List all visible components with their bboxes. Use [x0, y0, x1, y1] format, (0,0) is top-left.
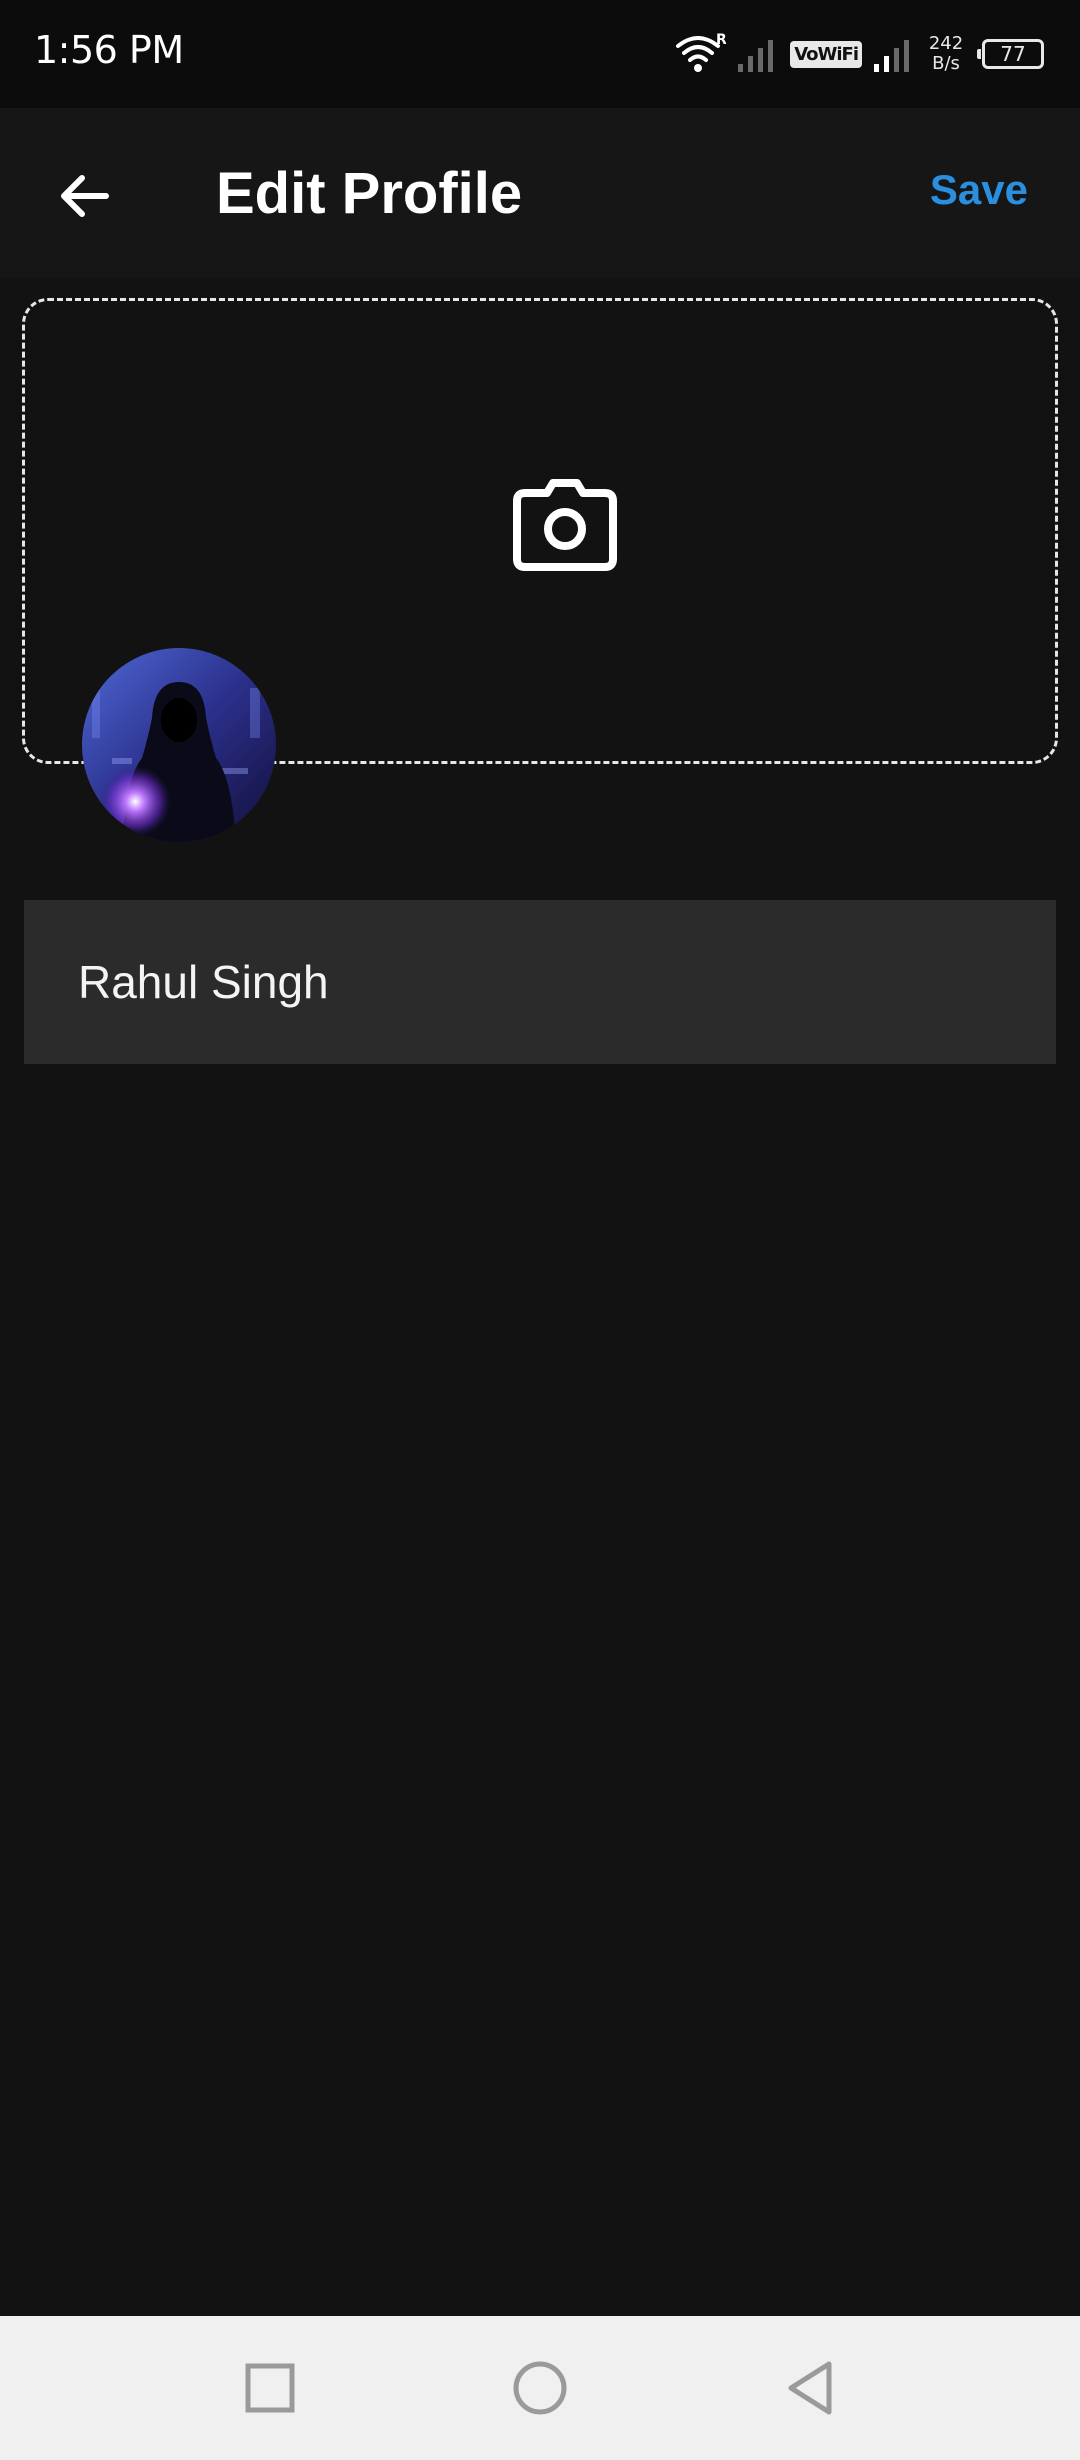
avatar-image — [82, 648, 276, 842]
save-button[interactable]: Save — [930, 166, 1028, 214]
back-triangle-icon — [788, 2361, 832, 2415]
app-bar: Edit Profile Save — [0, 108, 1080, 278]
recents-button[interactable] — [238, 2356, 302, 2420]
signal-icon — [872, 34, 916, 74]
name-field[interactable]: Rahul Singh — [24, 900, 1056, 1064]
roaming-indicator: R — [716, 32, 726, 48]
recents-square-icon — [245, 2363, 295, 2413]
back-button[interactable] — [44, 156, 124, 236]
home-circle-icon — [513, 2361, 567, 2415]
edit-profile-screen: 1:56 PM R VoWiFi 242 B/s 77 Edit Profile… — [0, 0, 1080, 2460]
status-time: 1:56 PM — [34, 28, 184, 72]
net-speed-value: 242 — [928, 33, 964, 54]
net-speed-unit: B/s — [932, 53, 960, 74]
status-bar: 1:56 PM R VoWiFi 242 B/s 77 — [0, 0, 1080, 108]
arrow-left-icon — [61, 175, 109, 217]
status-icons: R VoWiFi 242 B/s 77 — [674, 24, 1044, 84]
back-nav-button[interactable] — [778, 2356, 842, 2420]
avatar[interactable] — [82, 648, 276, 842]
battery-icon: 77 — [977, 39, 1044, 69]
signal-icon — [736, 34, 780, 74]
wifi-icon: R — [674, 32, 726, 76]
battery-level: 77 — [1000, 42, 1026, 66]
net-speed-indicator: 242 B/s — [926, 34, 966, 74]
camera-icon — [513, 479, 617, 571]
system-nav-bar — [0, 2316, 1080, 2460]
page-title: Edit Profile — [216, 161, 523, 226]
home-button[interactable] — [508, 2356, 572, 2420]
name-value: Rahul Singh — [78, 956, 329, 1008]
vowifi-icon: VoWiFi — [790, 40, 862, 68]
